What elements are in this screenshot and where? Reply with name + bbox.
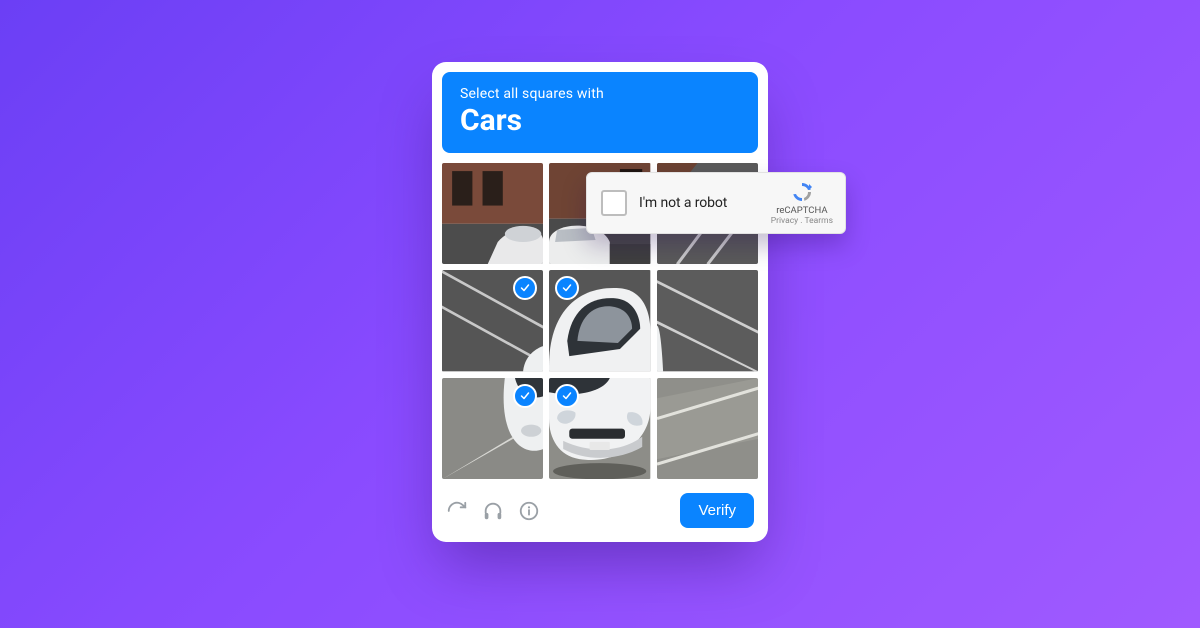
recaptcha-checkbox[interactable] [601, 190, 627, 216]
captcha-footer-icons [446, 500, 540, 522]
captcha-challenge-card: Select all squares with Cars [432, 62, 768, 542]
captcha-tile[interactable] [442, 270, 543, 371]
recaptcha-brand-name: reCAPTCHA [776, 205, 827, 216]
recaptcha-legal: Privacy . Tearms [771, 216, 833, 226]
captcha-footer: Verify [442, 493, 758, 530]
recaptcha-label: I'm not a robot [639, 195, 759, 211]
recaptcha-checkbox-card: I'm not a robot reCAPTCHA Privacy . Tear… [586, 172, 846, 234]
refresh-icon[interactable] [446, 500, 468, 522]
info-icon[interactable] [518, 500, 540, 522]
recaptcha-logo-icon [790, 180, 814, 204]
captcha-tile[interactable] [549, 378, 650, 479]
captcha-tile[interactable] [657, 270, 758, 371]
verify-button[interactable]: Verify [680, 493, 754, 528]
recaptcha-brand: reCAPTCHA Privacy . Tearms [771, 180, 833, 227]
captcha-tile[interactable] [442, 163, 543, 264]
captcha-tile[interactable] [657, 378, 758, 479]
check-icon [513, 384, 537, 408]
captcha-tile[interactable] [442, 378, 543, 479]
headphones-icon[interactable] [482, 500, 504, 522]
captcha-tile[interactable] [549, 270, 650, 371]
check-icon [555, 384, 579, 408]
captcha-header: Select all squares with Cars [442, 72, 758, 153]
captcha-instruction: Select all squares with [460, 86, 740, 102]
captcha-target: Cars [460, 104, 740, 137]
